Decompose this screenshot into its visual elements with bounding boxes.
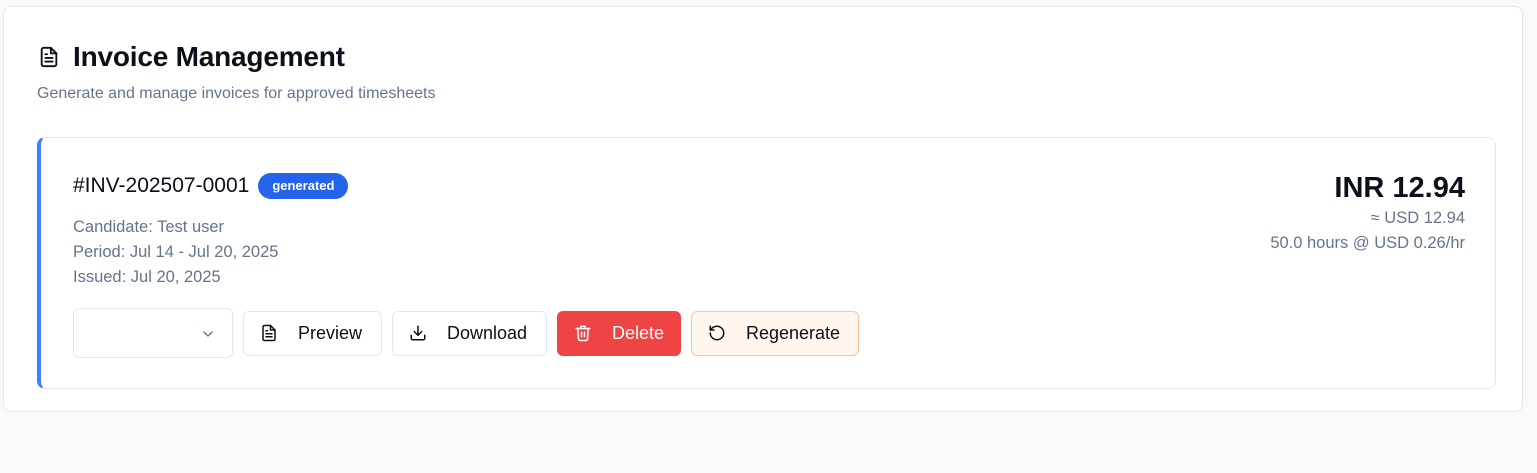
download-label: Download xyxy=(447,322,528,343)
delete-button[interactable]: Delete xyxy=(557,310,681,356)
trash-icon xyxy=(574,324,592,342)
page-title: Invoice Management xyxy=(73,41,345,72)
rotate-ccw-icon xyxy=(708,324,726,342)
status-select[interactable] xyxy=(73,308,233,358)
invoice-period: Period: Jul 14 - Jul 20, 2025 xyxy=(73,243,279,261)
delete-label: Delete xyxy=(612,322,665,343)
file-text-icon xyxy=(260,324,278,342)
invoice-management-panel: Invoice Management Generate and manage i… xyxy=(3,6,1523,412)
invoice-actions: Preview Download Delete Regenerate xyxy=(73,308,869,358)
preview-button[interactable]: Preview xyxy=(243,310,382,356)
invoice-meta: Candidate: Test user Period: Jul 14 - Ju… xyxy=(73,215,278,290)
invoice-title-row: #INV-202507-0001 generated xyxy=(73,173,349,199)
download-button[interactable]: Download xyxy=(392,310,547,356)
invoice-number: #INV-202507-0001 xyxy=(73,174,250,197)
regenerate-label: Regenerate xyxy=(746,322,841,343)
regenerate-button[interactable]: Regenerate xyxy=(691,310,859,356)
invoice-candidate: Candidate: Test user xyxy=(73,218,225,236)
status-badge: generated xyxy=(258,173,349,199)
invoice-amount: INR 12.94 xyxy=(1334,172,1465,204)
invoice-card: #INV-202507-0001 generated Candidate: Te… xyxy=(37,137,1496,389)
invoice-rate-line: 50.0 hours @ USD 0.26/hr xyxy=(1270,234,1465,252)
invoice-amount-block: INR 12.94 ≈ USD 12.94 50.0 hours @ USD 0… xyxy=(1270,170,1465,256)
invoice-issued: Issued: Jul 20, 2025 xyxy=(73,268,221,286)
file-text-icon xyxy=(37,45,61,69)
download-icon xyxy=(409,324,427,342)
chevron-down-icon xyxy=(200,326,216,342)
preview-label: Preview xyxy=(298,322,363,343)
invoice-converted-amount: ≈ USD 12.94 xyxy=(1370,209,1465,227)
page-header: Invoice Management xyxy=(37,41,345,73)
page-subtitle: Generate and manage invoices for approve… xyxy=(37,85,436,102)
